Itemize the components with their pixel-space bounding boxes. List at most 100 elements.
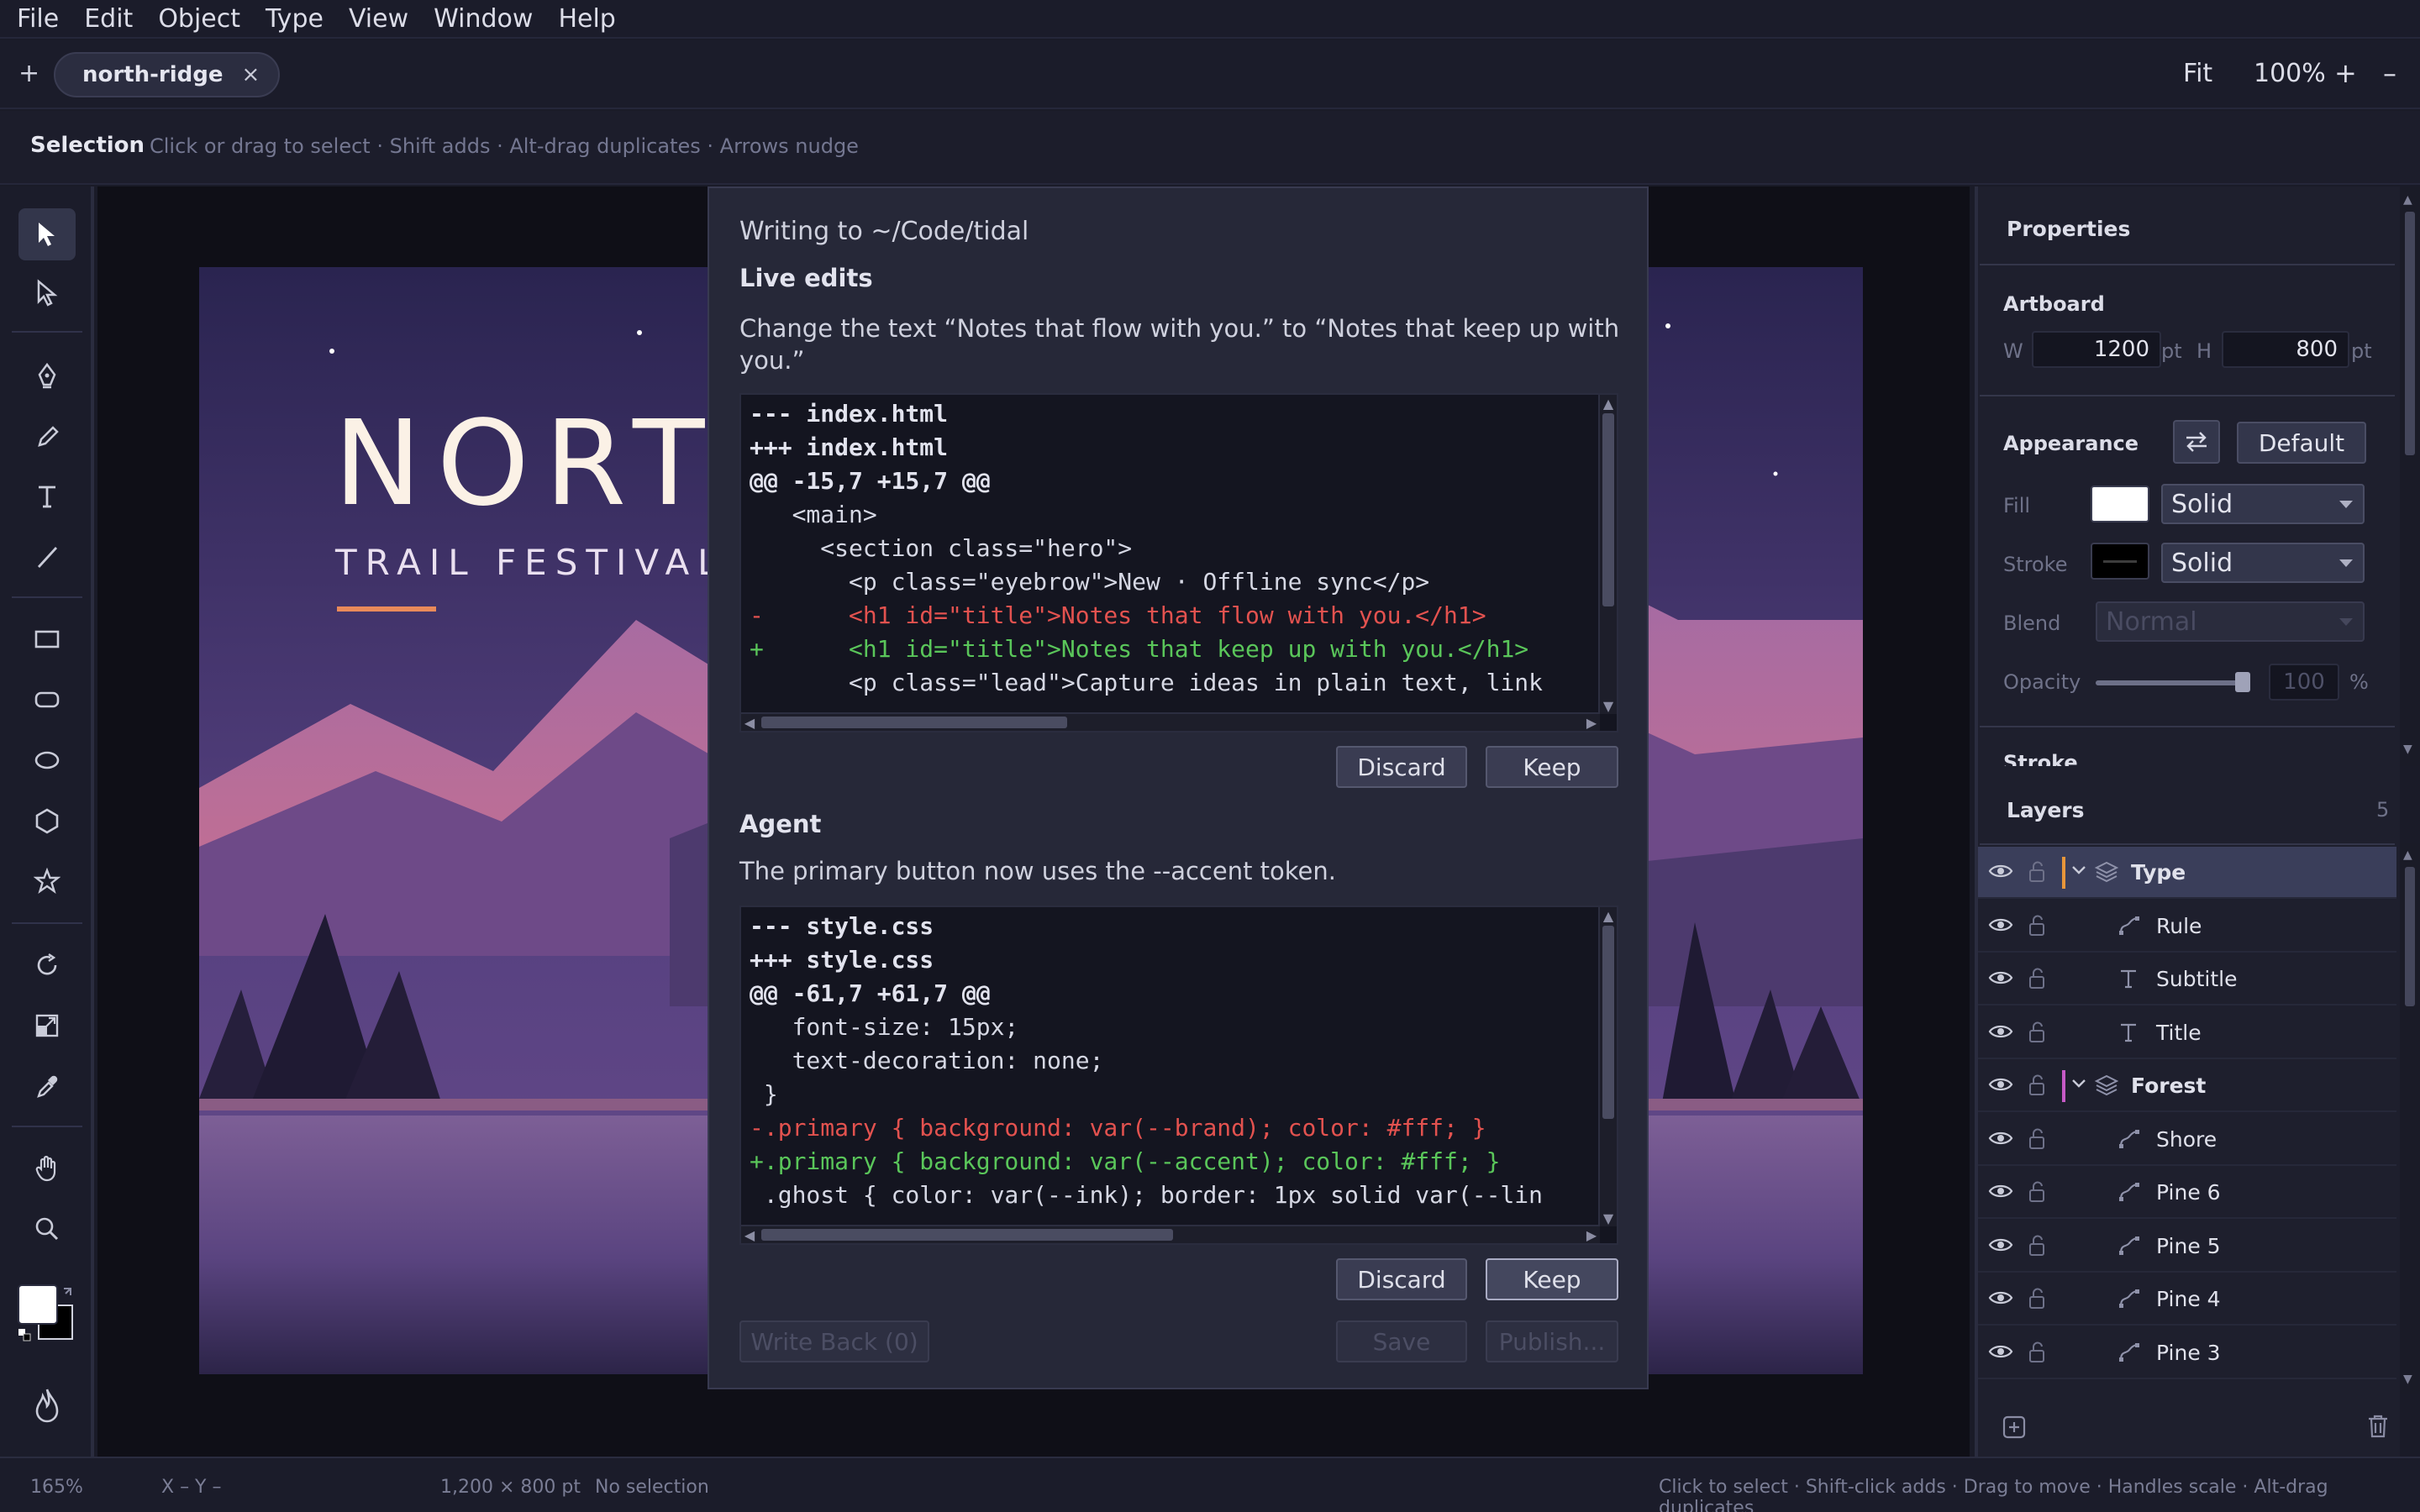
scale-tool-icon[interactable] — [18, 1000, 76, 1052]
menu-help[interactable]: Help — [558, 4, 615, 34]
live-edits-diff[interactable]: --- index.html +++ index.html @@ -15,7 +… — [739, 393, 1618, 732]
stroke-type-select[interactable]: Solid — [2161, 543, 2365, 583]
visibility-eye-icon[interactable] — [1988, 1182, 2013, 1200]
lock-icon[interactable] — [2027, 1074, 2047, 1097]
lock-icon[interactable] — [2027, 1127, 2047, 1151]
publish-button[interactable]: Publish... — [1486, 1320, 1618, 1362]
vertical-scrollbar[interactable]: ▲ ▼ — [1598, 395, 1617, 714]
eyedropper-tool-icon[interactable] — [18, 1060, 76, 1112]
lock-icon[interactable] — [2027, 1234, 2047, 1257]
height-field[interactable]: 800 — [2222, 331, 2349, 368]
pen-tool-icon[interactable] — [18, 349, 76, 402]
lock-icon[interactable] — [2027, 1021, 2047, 1044]
blend-mode-select[interactable]: Normal — [2096, 601, 2365, 642]
chevron-down-icon[interactable] — [2070, 1077, 2087, 1090]
trash-icon[interactable] — [2366, 1413, 2390, 1440]
menu-window[interactable]: Window — [434, 4, 533, 34]
visibility-eye-icon[interactable] — [1988, 1129, 2013, 1147]
swap-icon[interactable] — [2173, 420, 2220, 464]
lock-icon[interactable] — [2027, 860, 2047, 884]
layers-scrollbar[interactable]: ▲ ▼ — [2400, 843, 2420, 1394]
menu-object[interactable]: Object — [158, 4, 240, 34]
live-edits-discard-button[interactable]: Discard — [1336, 746, 1467, 788]
fill-stroke-swatches[interactable] — [17, 1284, 77, 1344]
menu-edit[interactable]: Edit — [84, 4, 133, 34]
menu-file[interactable]: File — [17, 4, 59, 34]
agent-keep-button[interactable]: Keep — [1486, 1258, 1618, 1300]
polygon-tool-icon[interactable] — [18, 795, 76, 847]
zoom-level[interactable]: 100% — [2254, 59, 2326, 88]
horizontal-scrollbar[interactable]: ◀ ▶ — [741, 712, 1600, 731]
layer-row[interactable]: Type — [1978, 847, 2396, 899]
type-tool-icon[interactable] — [18, 470, 76, 522]
fit-button[interactable]: Fit — [2183, 59, 2212, 88]
default-button[interactable]: Default — [2237, 422, 2366, 464]
horizontal-scrollbar[interactable]: ◀ ▶ — [741, 1225, 1600, 1243]
flame-icon[interactable] — [30, 1386, 64, 1425]
menu-view[interactable]: View — [349, 4, 408, 34]
group-layers-icon — [2094, 860, 2119, 884]
live-edits-keep-button[interactable]: Keep — [1486, 746, 1618, 788]
layer-row[interactable]: Pine 6 — [1978, 1167, 2396, 1219]
ellipse-tool-icon[interactable] — [18, 734, 76, 786]
fill-color-swatch[interactable] — [2091, 486, 2149, 522]
agent-discard-button[interactable]: Discard — [1336, 1258, 1467, 1300]
lock-icon[interactable] — [2027, 1341, 2047, 1364]
layer-row[interactable]: Pine 3 — [1978, 1327, 2396, 1379]
visibility-eye-icon[interactable] — [1988, 916, 2013, 934]
zoom-out-button[interactable]: – — [2383, 57, 2396, 89]
visibility-eye-icon[interactable] — [1988, 1342, 2013, 1361]
star-tool-icon[interactable] — [18, 855, 76, 907]
rotate-tool-icon[interactable] — [18, 939, 76, 991]
visibility-eye-icon[interactable] — [1988, 1289, 2013, 1307]
path-layer-icon — [2118, 914, 2141, 937]
opacity-slider-handle[interactable] — [2235, 672, 2250, 692]
lock-icon[interactable] — [2027, 1287, 2047, 1310]
direct-selection-tool-icon[interactable] — [18, 267, 76, 319]
document-tab[interactable]: north-ridge × — [54, 52, 281, 97]
agent-diff[interactable]: --- style.css +++ style.css @@ -61,7 +61… — [739, 906, 1618, 1245]
properties-scrollbar[interactable]: ▲ ▼ — [2400, 186, 2420, 766]
opacity-field[interactable]: 100 — [2269, 664, 2339, 701]
write-back-button[interactable]: Write Back (0) — [739, 1320, 929, 1362]
visibility-eye-icon[interactable] — [1988, 1236, 2013, 1254]
vertical-scrollbar[interactable]: ▲ ▼ — [1598, 907, 1617, 1226]
hand-tool-icon[interactable] — [18, 1142, 76, 1194]
close-tab-button[interactable]: × — [242, 62, 260, 87]
layer-row[interactable]: Forest — [1978, 1060, 2396, 1112]
layer-row[interactable]: Title — [1978, 1007, 2396, 1059]
visibility-eye-icon[interactable] — [1988, 1022, 2013, 1041]
menu-type[interactable]: Type — [266, 4, 324, 34]
diff-line: <p class="lead">Capture ideas in plain t… — [750, 669, 1544, 696]
layer-row[interactable]: Pine 4 — [1978, 1273, 2396, 1326]
layer-row[interactable]: Pine 2 — [1978, 1380, 2396, 1394]
layer-row[interactable]: Pine 5 — [1978, 1221, 2396, 1273]
selection-tool-icon[interactable] — [18, 208, 76, 260]
save-button[interactable]: Save — [1336, 1320, 1467, 1362]
layer-row[interactable]: Shore — [1978, 1114, 2396, 1166]
lock-icon[interactable] — [2027, 914, 2047, 937]
rounded-rectangle-tool-icon[interactable] — [18, 674, 76, 726]
pencil-tool-icon[interactable] — [18, 410, 76, 462]
zoom-tool-icon[interactable] — [18, 1203, 76, 1255]
visibility-eye-icon[interactable] — [1988, 1075, 2013, 1094]
add-layer-icon[interactable] — [2002, 1415, 2027, 1440]
visibility-eye-icon[interactable] — [1988, 969, 2013, 987]
zoom-in-button[interactable]: + — [2334, 57, 2357, 89]
visibility-eye-icon[interactable] — [1988, 862, 2013, 880]
layer-row[interactable]: Rule — [1978, 900, 2396, 953]
stroke-color-swatch[interactable] — [2091, 543, 2149, 580]
width-field[interactable]: 1200 — [2032, 331, 2161, 368]
layer-name: Pine 3 — [2156, 1340, 2221, 1365]
opacity-slider-track[interactable] — [2096, 672, 2250, 692]
fill-type-select[interactable]: Solid — [2161, 484, 2365, 524]
rectangle-tool-icon[interactable] — [18, 613, 76, 665]
line-tool-icon[interactable] — [18, 531, 76, 583]
layer-row[interactable]: Subtitle — [1978, 953, 2396, 1005]
lock-icon[interactable] — [2027, 1180, 2047, 1204]
chevron-down-icon[interactable] — [2070, 864, 2087, 877]
lock-icon[interactable] — [2027, 967, 2047, 990]
new-tab-button[interactable]: + — [18, 59, 39, 88]
path-layer-icon — [2118, 1127, 2141, 1151]
diff-line: text-decoration: none; — [750, 1047, 1104, 1074]
